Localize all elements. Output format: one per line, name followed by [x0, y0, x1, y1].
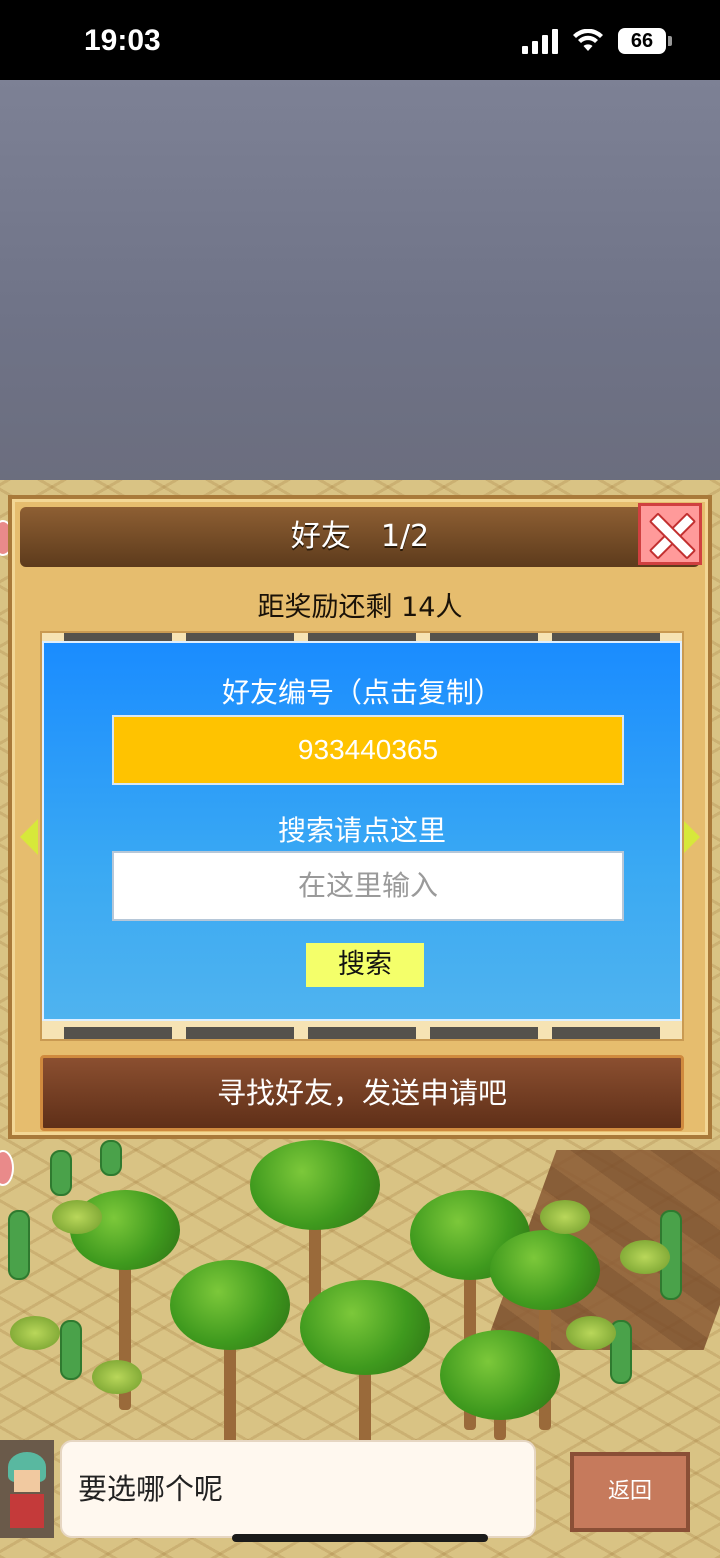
cactus [60, 1320, 82, 1380]
back-button[interactable]: 返回 [570, 1452, 690, 1532]
frame-bar-bottom [64, 1027, 660, 1039]
sky-background [0, 80, 720, 520]
bush [540, 1200, 590, 1234]
reward-progress-text: 距奖励还剩 14人 [257, 592, 463, 623]
close-button[interactable] [638, 503, 702, 565]
palm-tree [440, 1330, 560, 1440]
status-time: 19:03 [84, 24, 161, 57]
friend-panel: 好友编号（点击复制） 933440365 搜索请点这里 在这里输入 搜索 [42, 641, 682, 1021]
status-bar: 19:03 66 [0, 0, 720, 80]
home-indicator[interactable] [232, 1534, 488, 1542]
right-arrow-icon[interactable] [682, 819, 700, 855]
bush [620, 1240, 670, 1274]
battery-icon: 66 [618, 28, 672, 54]
character-avatar [0, 1440, 54, 1538]
cactus [100, 1140, 122, 1176]
search-label: 搜索请点这里 [277, 814, 446, 847]
bush [10, 1316, 60, 1350]
status-icons: 66 [522, 26, 672, 56]
speech-bubble: 要选哪个呢 [60, 1440, 536, 1538]
left-arrow-icon[interactable] [20, 819, 38, 855]
signal-icon [522, 28, 558, 54]
friend-id-copy-field[interactable]: 933440365 [112, 715, 624, 785]
send-request-banner: 寻找好友，发送申请吧 [40, 1055, 684, 1131]
friend-id-label: 好友编号（点击复制） [221, 676, 502, 709]
friends-dialog: 好友 1/2 距奖励还剩 14人 好友编号（点击复制） 933440365 搜索… [8, 495, 712, 1139]
wifi-icon [573, 29, 603, 51]
search-button[interactable]: 搜索 [306, 943, 424, 987]
bush [92, 1360, 142, 1394]
search-input[interactable]: 在这里输入 [112, 851, 624, 921]
close-icon [647, 511, 693, 557]
cactus [8, 1210, 30, 1280]
dialog-title: 好友 1/2 [20, 507, 700, 567]
bush [52, 1200, 102, 1234]
bush [566, 1316, 616, 1350]
cactus [50, 1150, 72, 1196]
